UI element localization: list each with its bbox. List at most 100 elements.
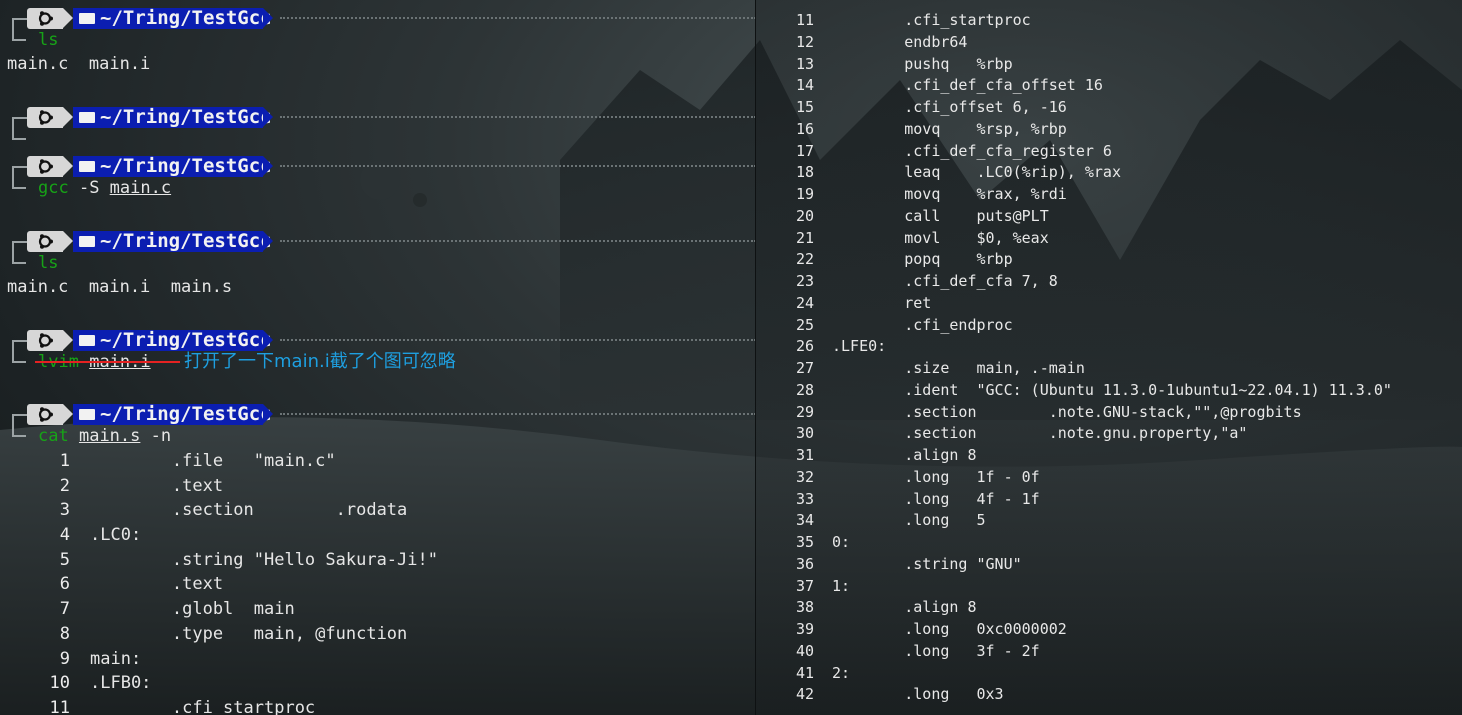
- prompt-path: ~/Tring/TestGcc: [73, 107, 272, 128]
- line-number: 8: [59, 623, 70, 644]
- line-number: 42: [795, 685, 814, 704]
- prompt-path-text: ~/Tring/TestGcc: [100, 155, 272, 177]
- line-code: 2:: [832, 663, 851, 682]
- command-line[interactable]: lvim main.i 打开了一下main.i截了个图可忽略: [0, 346, 756, 374]
- listing-row: 7 .globl main: [0, 597, 756, 622]
- line-code: .long 0xc0000002: [832, 620, 1067, 638]
- line-number: 33: [795, 489, 814, 508]
- line-code: 0:: [832, 533, 851, 551]
- line-number: 11: [49, 697, 70, 715]
- line-code: .cfi_offset 6, -16: [832, 98, 1067, 116]
- line-number: 1: [59, 451, 70, 471]
- line-code: .long 0x3: [832, 685, 1004, 704]
- prompt-separator: [63, 8, 73, 28]
- folder-icon: [79, 236, 95, 247]
- listing-row: 36 .string "GNU": [756, 554, 1462, 576]
- line-code: .cfi_startproc: [90, 697, 316, 715]
- line-number: 27: [795, 359, 814, 377]
- command-line[interactable]: ls: [0, 24, 756, 52]
- line-number: 32: [795, 467, 814, 486]
- prompt-path-text: ~/Tring/TestGcc: [100, 106, 272, 128]
- prompt-block: ~/Tring/TestGcc cat main.s -n: [0, 400, 756, 448]
- listing-row: 10 .LFB0:: [0, 671, 756, 696]
- line-code: .type main, @function: [90, 623, 408, 644]
- line-number: 5: [59, 549, 70, 570]
- line-code: .string "GNU": [832, 554, 1022, 573]
- asm-listing: 1 .file "main.c" 2 .text 3 .section .rodat…: [0, 449, 756, 715]
- listing-row: 12 endbr64: [756, 32, 1462, 54]
- line-number: 20: [795, 206, 814, 225]
- line-number: 10: [49, 673, 70, 694]
- prompt-path: ~/Tring/TestGcc: [73, 156, 272, 177]
- ubuntu-logo-icon: [27, 156, 63, 177]
- right-terminal[interactable]: 11 .cfi_startproc 12 endbr64 13 pushq %rbp…: [755, 0, 1462, 715]
- line-code: main:: [90, 648, 142, 669]
- line-number: 25: [795, 315, 814, 334]
- line-code: .long 1f - 0f: [832, 467, 1040, 486]
- line-code: .ident "GCC: (Ubuntu 11.3.0-1ubuntu1~22.…: [832, 380, 1392, 399]
- listing-row: 35 0:: [756, 532, 1462, 554]
- line-code: call puts@PLT: [832, 206, 1049, 225]
- line-code: .file "main.c": [90, 451, 336, 471]
- prompt-connector: [12, 346, 14, 362]
- listing-row: 5 .string "Hello Sakura-Ji!": [0, 548, 756, 573]
- left-terminal[interactable]: ~/Tring/TestGcc ls main.c main.i ~/Tring/Te…: [0, 0, 756, 715]
- listing-row: 42 .long 0x3: [756, 684, 1462, 706]
- prompt-separator: [63, 156, 73, 176]
- listing-row: 3 .section .rodata: [0, 498, 756, 523]
- prompt-block: ~/Tring/TestGcc: [0, 103, 756, 151]
- prompt-connector: [12, 138, 26, 140]
- prompt-block: ~/Tring/TestGcc gcc -S main.c: [0, 152, 756, 200]
- line-code: .text: [90, 475, 224, 496]
- line-number: 18: [795, 163, 814, 182]
- command-text: ls: [38, 30, 59, 50]
- line-code: .cfi_startproc: [832, 11, 1031, 29]
- prompt-path-text: ~/Tring/TestGcc: [100, 230, 272, 252]
- line-number: 15: [795, 98, 814, 116]
- line-code: .string "Hello Sakura-Ji!": [90, 549, 438, 570]
- prompt-separator: [63, 404, 73, 424]
- command-output: main.c main.i main.s: [7, 277, 233, 297]
- listing-row: 14 .cfi_def_cfa_offset 16: [756, 75, 1462, 97]
- prompt-connector: [12, 262, 26, 264]
- folder-icon: [79, 161, 95, 172]
- line-number: 26: [795, 337, 814, 356]
- line-code: .LFE0:: [832, 337, 887, 356]
- line-number: 2: [59, 475, 70, 496]
- annotation-note: 打开了一下main.i截了个图可忽略: [184, 351, 456, 372]
- listing-row: 11 .cfi_startproc: [0, 696, 756, 715]
- line-number: 35: [795, 533, 814, 551]
- line-code: endbr64: [832, 32, 968, 51]
- command-text: gcc -S main.c: [38, 178, 172, 198]
- line-code: .cfi_endproc: [832, 315, 1013, 334]
- line-code: movq %rsp, %rbp: [832, 119, 1067, 138]
- prompt-line: ~/Tring/TestGcc: [0, 400, 756, 428]
- prompt-connector: [12, 39, 26, 41]
- listing-row: 38 .align 8: [756, 597, 1462, 619]
- folder-icon: [79, 13, 95, 24]
- prompt-separator: [63, 231, 73, 251]
- line-number: 6: [59, 574, 70, 595]
- command-line[interactable]: cat main.s -n: [0, 420, 756, 448]
- command-line[interactable]: ls: [0, 247, 756, 275]
- listing-row: 20 call puts@PLT: [756, 206, 1462, 228]
- prompt-line: ~/Tring/TestGcc: [0, 4, 756, 32]
- line-code: .align 8: [832, 446, 977, 464]
- listing-row: 11 .cfi_startproc: [756, 10, 1462, 32]
- command-line[interactable]: [0, 123, 756, 151]
- prompt-connector: [12, 435, 26, 437]
- prompt-fill-dots: [280, 116, 756, 118]
- prompt-fill-dots: [280, 165, 756, 167]
- line-number: 29: [795, 402, 814, 421]
- line-number: 7: [59, 599, 70, 620]
- line-number: 24: [795, 293, 814, 312]
- listing-row: 37 1:: [756, 576, 1462, 598]
- command-line[interactable]: gcc -S main.c: [0, 172, 756, 200]
- line-code: popq %rbp: [832, 250, 1013, 269]
- listing-row: 8 .type main, @function: [0, 622, 756, 647]
- ubuntu-logo-icon: [27, 107, 63, 128]
- line-number: 16: [795, 119, 814, 138]
- command-text: ls: [38, 253, 59, 273]
- line-code: ret: [832, 293, 932, 312]
- folder-icon: [79, 335, 95, 346]
